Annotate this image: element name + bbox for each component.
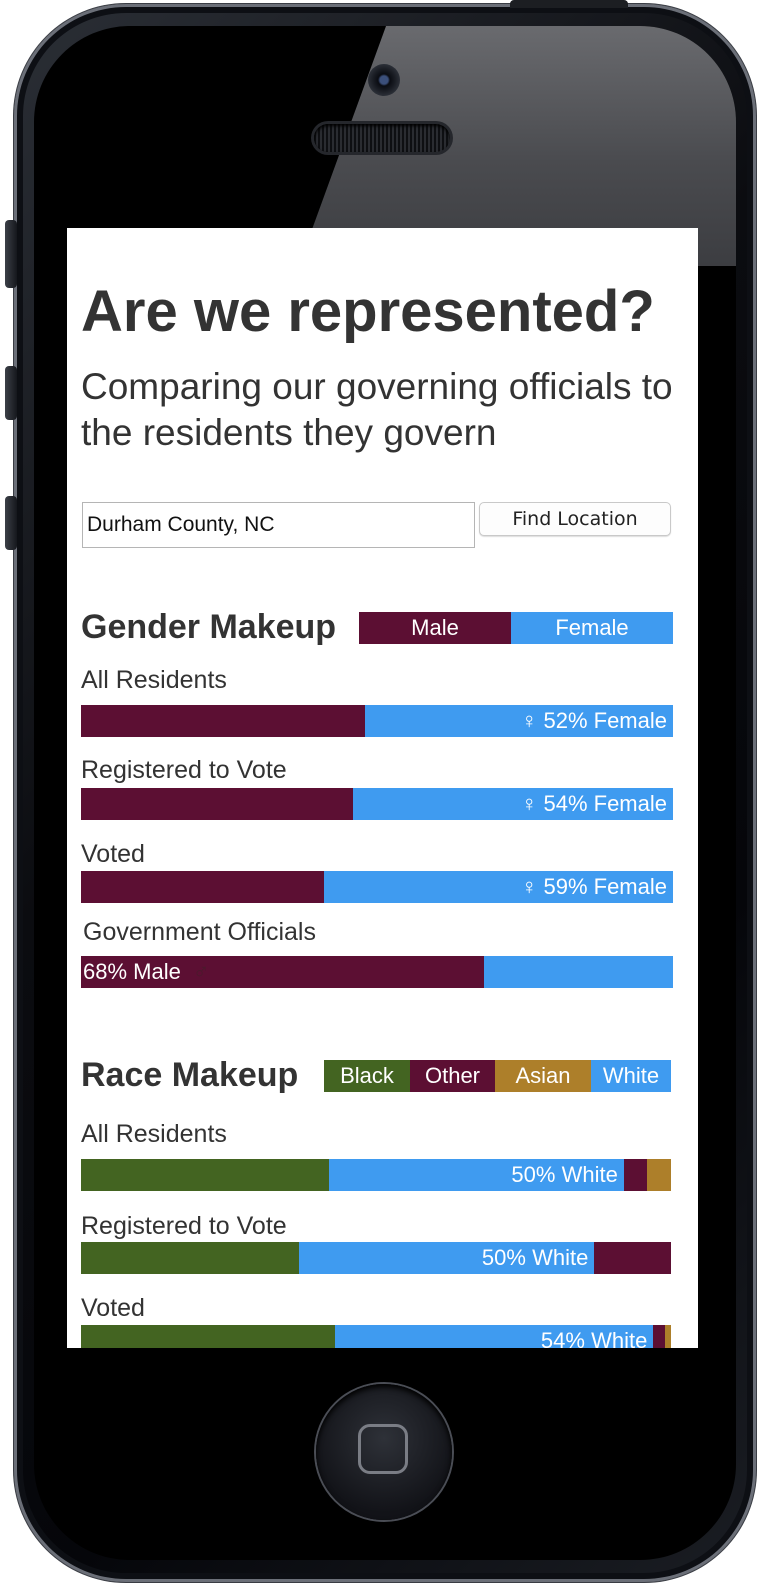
gender-bar-male-segment bbox=[81, 788, 354, 820]
legend-item-asian: Asian bbox=[495, 1060, 591, 1092]
race-bar-other-segment bbox=[594, 1242, 671, 1274]
gender-bar: ♀ 54% Female bbox=[81, 788, 673, 820]
legend-item-white: White bbox=[591, 1060, 671, 1092]
race-legend: Black Other Asian White bbox=[324, 1060, 671, 1092]
page-subtitle: Comparing our governing officials to the… bbox=[81, 366, 673, 453]
legend-item-female: Female bbox=[511, 612, 673, 644]
male-symbol-icon: ♂ bbox=[192, 959, 210, 984]
gender-bar-value: 59% Female bbox=[543, 874, 667, 899]
mute-switch bbox=[5, 220, 17, 288]
gender-row-label: All Residents bbox=[81, 666, 227, 694]
gender-row-label: Government Officials bbox=[83, 918, 316, 946]
gender-heading: Gender Makeup bbox=[81, 608, 337, 646]
race-bar-label: 54% White bbox=[540, 1328, 648, 1348]
gender-bar: ♀ 52% Female bbox=[81, 705, 673, 737]
front-camera bbox=[368, 64, 400, 96]
gender-legend: Male Female bbox=[359, 612, 673, 644]
gender-bar: 68% Male ♂ bbox=[81, 956, 673, 988]
gender-bar-value: 68% Male bbox=[83, 959, 181, 984]
race-bar: 50% White bbox=[81, 1242, 671, 1274]
gender-bar-male-segment bbox=[81, 871, 324, 903]
legend-item-male: Male bbox=[359, 612, 511, 644]
gender-bar-male-segment bbox=[81, 705, 366, 737]
gender-row-label: Registered to Vote bbox=[81, 756, 287, 784]
race-bar-asian-segment bbox=[647, 1159, 671, 1191]
race-row-label: Voted bbox=[81, 1294, 145, 1322]
race-bar-asian-segment bbox=[665, 1325, 671, 1348]
gender-row-label: Voted bbox=[81, 840, 145, 868]
gender-bar-label: 68% Male ♂ bbox=[83, 956, 215, 988]
legend-item-other: Other bbox=[410, 1060, 495, 1092]
gender-bar-value: 52% Female bbox=[543, 708, 667, 733]
home-button[interactable] bbox=[316, 1384, 452, 1520]
gender-bar-value: 54% Female bbox=[543, 791, 667, 816]
race-bar-black-segment bbox=[81, 1325, 335, 1348]
race-bar: 50% White bbox=[81, 1159, 671, 1191]
legend-item-black: Black bbox=[324, 1060, 410, 1092]
gender-bar-label: ♀ 52% Female bbox=[515, 705, 667, 737]
gender-bar-female-segment bbox=[483, 956, 673, 988]
gender-bar-label: ♀ 59% Female bbox=[515, 871, 667, 903]
race-bar-other-segment bbox=[623, 1159, 648, 1191]
home-square-icon bbox=[358, 1424, 408, 1474]
race-bar-label: 50% White bbox=[511, 1162, 618, 1187]
female-symbol-icon: ♀ bbox=[520, 791, 538, 816]
gender-bar: ♀ 59% Female bbox=[81, 871, 673, 903]
location-input[interactable] bbox=[82, 502, 475, 548]
female-symbol-icon: ♀ bbox=[520, 708, 538, 733]
race-row-label: All Residents bbox=[81, 1120, 227, 1148]
race-heading: Race Makeup bbox=[81, 1056, 299, 1094]
female-symbol-icon: ♀ bbox=[520, 874, 538, 899]
race-bar-other-segment bbox=[653, 1325, 666, 1348]
app-screen: Are we represented? Comparing our govern… bbox=[67, 228, 698, 1348]
page-title: Are we represented? bbox=[81, 279, 655, 344]
race-bar: 54% White bbox=[81, 1325, 671, 1348]
earpiece-speaker bbox=[314, 124, 450, 152]
power-button bbox=[510, 0, 628, 8]
volume-up-button bbox=[5, 366, 17, 420]
race-row-label: Registered to Vote bbox=[81, 1212, 287, 1240]
find-location-button[interactable]: Find Location bbox=[479, 502, 671, 536]
race-bar-black-segment bbox=[81, 1159, 329, 1191]
race-bar-label: 50% White bbox=[481, 1245, 589, 1270]
gender-bar-label: ♀ 54% Female bbox=[515, 788, 667, 820]
race-bar-black-segment bbox=[81, 1242, 300, 1274]
volume-down-button bbox=[5, 496, 17, 550]
